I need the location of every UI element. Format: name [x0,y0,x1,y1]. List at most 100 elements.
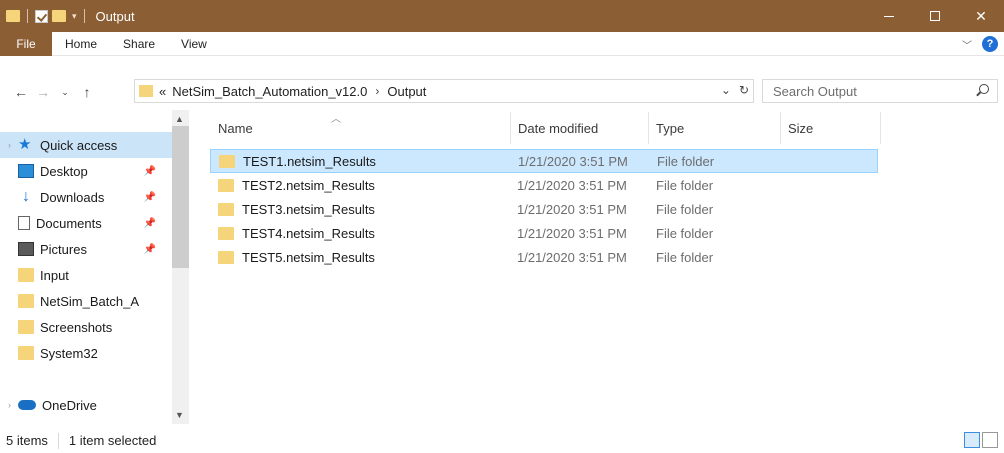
tab-view[interactable]: View [168,37,220,51]
pin-icon[interactable]: 📌 [144,218,156,229]
nav-item-screenshots[interactable]: Screenshots [0,314,172,340]
file-row[interactable]: TEST2.netsim_Results 1/21/2020 3:51 PM F… [210,173,878,197]
minimize-button[interactable] [866,0,912,32]
nav-item-label: Pictures [40,241,87,257]
column-header-type[interactable]: Type [648,112,780,144]
tab-share[interactable]: Share [110,37,168,51]
folder-icon [6,10,20,22]
column-header-size[interactable]: Size [780,112,880,144]
status-bar: 5 items 1 item selected [0,428,1004,453]
file-type: File folder [656,201,714,217]
nav-item-label: Downloads [40,189,105,205]
nav-item-label: Desktop [40,163,88,179]
maximize-button[interactable] [912,0,958,32]
scroll-up-icon[interactable]: ▲ [175,114,184,124]
search-input[interactable]: Search Output [773,84,857,99]
nav-item-onedrive[interactable]: › OneDrive [0,392,172,418]
nav-item-system32[interactable]: System32 [0,340,172,366]
file-date: 1/21/2020 3:51 PM [517,201,627,217]
nav-item-input[interactable]: Input [0,262,172,288]
separator [27,9,28,23]
nav-scrollbar-thumb[interactable] [172,126,189,268]
file-type: File folder [656,177,714,193]
file-name: TEST3.netsim_Results [242,201,375,217]
file-row[interactable]: TEST3.netsim_Results 1/21/2020 3:51 PM F… [210,197,878,221]
file-date: 1/21/2020 3:51 PM [517,225,627,241]
refresh-icon[interactable]: ↻ [739,83,749,97]
chevron-right-icon[interactable]: › [8,400,18,410]
recent-locations-icon[interactable]: ⌄ [54,87,76,98]
pin-icon[interactable]: 📌 [144,166,156,177]
column-header-date-modified[interactable]: Date modified [510,112,648,144]
documents-icon [18,216,30,230]
address-overflow[interactable]: « [159,84,166,99]
column-divider[interactable] [880,112,881,144]
nav-item-pictures[interactable]: Pictures 📌 [0,236,172,262]
tab-home[interactable]: Home [52,37,110,51]
folder-icon [18,268,34,282]
chevron-down-icon[interactable]: ▾ [72,11,77,22]
item-count: 5 items [6,433,48,448]
nav-item-quick-access[interactable]: › ★ Quick access [0,132,172,158]
folder-icon [18,320,34,334]
selection-count: 1 item selected [68,433,157,448]
nav-item-netsim-batch[interactable]: NetSim_Batch_A [0,288,172,314]
star-icon: ★ [18,136,32,153]
breadcrumb-separator-icon[interactable]: › [375,84,379,98]
close-icon: ✕ [975,7,987,24]
file-date: 1/21/2020 3:51 PM [518,153,628,169]
nav-item-label: Documents [36,215,102,231]
address-row: ← → ⌄ ↑ « NetSim_Batch_Automation_v12.0 … [0,77,1004,107]
address-bar[interactable]: « NetSim_Batch_Automation_v12.0 › Output… [134,79,754,103]
file-row[interactable]: TEST4.netsim_Results 1/21/2020 3:51 PM F… [210,221,878,245]
nav-item-label: Screenshots [40,319,113,335]
nav-item-desktop[interactable]: Desktop 📌 [0,158,172,184]
column-header-name[interactable]: Name [210,112,510,144]
file-name: TEST1.netsim_Results [243,153,376,169]
pin-icon[interactable]: 📌 [144,244,156,255]
folder-icon [218,250,234,264]
folder-icon [218,202,234,216]
file-type: File folder [656,225,714,241]
details-view-icon[interactable] [964,432,980,448]
downloads-icon: ↓ [22,188,30,205]
separator [57,432,59,449]
search-icon[interactable] [979,84,989,94]
file-date: 1/21/2020 3:51 PM [517,177,627,193]
close-button[interactable]: ✕ [958,0,1004,32]
large-icons-view-icon[interactable] [982,432,998,448]
back-button[interactable]: ← [10,84,32,100]
file-type: File folder [656,249,714,265]
folder-icon [18,346,34,360]
nav-item-label: OneDrive [42,397,97,413]
nav-item-label: System32 [40,345,98,361]
file-name: TEST4.netsim_Results [242,225,375,241]
scroll-down-icon[interactable]: ▼ [175,410,184,420]
file-name: TEST2.netsim_Results [242,177,375,193]
breadcrumb-item[interactable]: NetSim_Batch_Automation_v12.0 [172,84,367,99]
tab-file[interactable]: File [0,31,52,56]
expand-ribbon-icon[interactable]: ﹀ [962,37,972,52]
pictures-icon [18,242,34,256]
folder-icon [139,85,153,97]
file-row[interactable]: TEST5.netsim_Results 1/21/2020 3:51 PM F… [210,245,878,269]
breadcrumb-item[interactable]: Output [387,84,426,99]
title-bar[interactable]: ▾ Output ✕ [0,0,1004,32]
up-button[interactable]: ↑ [76,84,98,100]
nav-item-downloads[interactable]: ↓ Downloads 📌 [0,184,172,210]
folder-icon [218,226,234,240]
nav-item-label: Input [40,267,69,283]
help-icon[interactable]: ? [982,36,998,52]
forward-button[interactable]: → [32,84,54,100]
file-type: File folder [657,153,715,169]
file-row[interactable]: TEST1.netsim_Results 1/21/2020 3:51 PM F… [210,149,878,173]
file-date: 1/21/2020 3:51 PM [517,249,627,265]
nav-item-documents[interactable]: Documents 📌 [0,210,172,236]
chevron-right-icon[interactable]: › [8,140,18,150]
search-box[interactable]: Search Output [762,79,998,103]
new-folder-icon[interactable] [52,10,66,22]
folder-icon [219,154,235,168]
pin-icon[interactable]: 📌 [144,192,156,203]
address-dropdown-icon[interactable]: ⌄ [721,83,731,97]
properties-icon[interactable] [35,9,48,23]
